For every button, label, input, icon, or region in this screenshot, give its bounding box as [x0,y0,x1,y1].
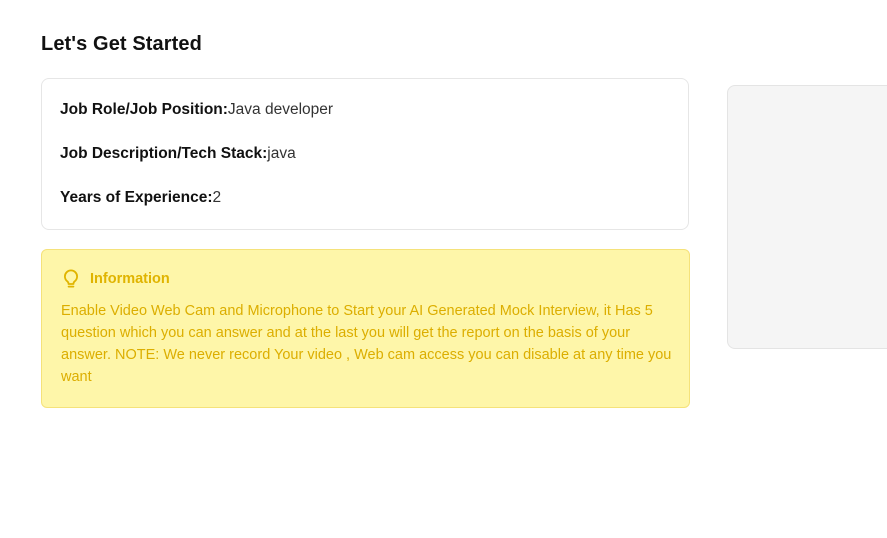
job-role-row: Job Role/Job Position:Java developer [60,100,670,120]
interview-details-card: Job Role/Job Position:Java developer Job… [41,78,689,230]
information-text: Enable Video Web Cam and Microphone to S… [61,303,672,385]
webcam-panel [727,85,887,349]
information-box: Information Enable Video Web Cam and Mic… [41,249,690,408]
page-title: Let's Get Started [41,33,202,55]
lightbulb-icon [61,268,81,290]
information-header: Information [61,268,671,290]
page: Let's Get Started Job Role/Job Position:… [0,0,887,538]
job-role-label: Job Role/Job Position: [60,101,228,118]
experience-label: Years of Experience: [60,189,213,206]
job-description-value: java [267,145,296,162]
information-title: Information [90,271,170,287]
job-role-value: Java developer [227,101,334,118]
experience-value: 2 [212,189,222,206]
job-description-row: Job Description/Tech Stack:java [60,144,670,164]
job-description-label: Job Description/Tech Stack: [60,145,268,162]
experience-row: Years of Experience:2 [60,188,670,208]
